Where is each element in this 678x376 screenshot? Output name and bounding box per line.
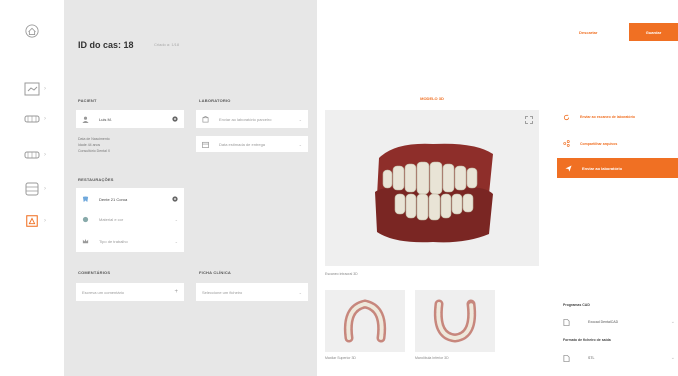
patient-card[interactable]: Luis M. xyxy=(76,110,184,128)
upper-jaw-thumbnail[interactable] xyxy=(325,290,405,352)
jaw-icon xyxy=(24,115,40,123)
file-icon xyxy=(563,318,570,326)
lab-scan-action-label: Enviar ao escaneo de laboratório xyxy=(580,115,636,119)
scan-nav-item[interactable]: › xyxy=(24,80,52,98)
fullscreen-icon[interactable] xyxy=(525,116,533,124)
plus-icon: + xyxy=(174,289,178,295)
3d-model-viewer[interactable] xyxy=(325,110,539,266)
lab-nav-item[interactable]: › xyxy=(24,212,52,230)
lab-select[interactable]: Enviar ao laboratório parceiro ⌄ xyxy=(196,110,308,128)
lower-jaw-nav-item[interactable]: › xyxy=(24,146,52,164)
comment-input-row: Escreva um comentário + xyxy=(82,283,178,301)
chevron-right-icon: › xyxy=(44,116,46,122)
lab-icon xyxy=(26,215,38,227)
lower-jaw-caption: Mandíbula Inferior 3D xyxy=(415,356,449,360)
output-format-select[interactable]: STL ⌄ xyxy=(563,350,675,366)
home-icon xyxy=(25,24,39,38)
database-icon xyxy=(25,182,39,196)
comment-input[interactable]: Escreva um comentário + xyxy=(76,283,184,301)
chevron-right-icon: › xyxy=(44,152,46,158)
lower-jaw-thumbnail[interactable] xyxy=(415,290,495,352)
settings-icon[interactable] xyxy=(172,196,178,202)
dental-model-image xyxy=(375,143,493,243)
settings-icon[interactable] xyxy=(172,116,178,122)
chevron-down-icon: ⌄ xyxy=(174,238,178,244)
restorations-section-label: RESTAURAÇÕES xyxy=(78,177,114,182)
chevron-right-icon: › xyxy=(44,186,46,192)
patient-name: Luis M. xyxy=(99,116,112,122)
save-button[interactable]: Guardar xyxy=(629,23,678,41)
delivery-date-placeholder: Data estimada de entrega xyxy=(219,141,266,147)
share-icon xyxy=(563,140,570,147)
crown-icon xyxy=(82,238,89,243)
page-title: ID do cas: 18 xyxy=(78,40,134,50)
output-format-label: Formato de ficheiro de saída xyxy=(563,338,611,342)
output-format-value: STL xyxy=(588,356,595,360)
color-icon xyxy=(82,216,89,222)
patient-details: Data de Nascimento Idade 44 anos Consult… xyxy=(78,136,110,154)
tooth-icon xyxy=(82,195,89,202)
comment-placeholder: Escreva um comentário xyxy=(82,289,125,295)
page-subtitle: Criado a: 1/18 xyxy=(154,42,180,47)
lab-scan-action[interactable]: Enviar ao escaneo de laboratório xyxy=(563,114,675,121)
user-icon xyxy=(82,116,89,123)
discard-button[interactable]: Descartar xyxy=(579,30,597,35)
file-icon xyxy=(563,354,570,362)
restoration-item-label: Dente 21 Coroa xyxy=(99,196,128,202)
cad-program-select[interactable]: Exocad DentalCAD ⌄ xyxy=(563,314,675,330)
chevron-down-icon: ⌄ xyxy=(298,289,302,295)
scan-icon xyxy=(24,82,40,96)
refresh-icon xyxy=(563,114,570,121)
model-section-label: MODELO 3D xyxy=(420,96,444,101)
send-icon xyxy=(565,164,572,172)
lab-section-label: LABORATORIO xyxy=(199,98,231,103)
patient-row: Luis M. xyxy=(82,110,178,128)
material-select-label: Material e cor xyxy=(99,216,124,222)
model-viewer-panel: MODELO 3D Escaneo intraoral 3D Maxilar S… xyxy=(317,0,547,376)
work-type-select-label: Tipo de trabalho xyxy=(99,238,128,244)
database-nav-item[interactable]: › xyxy=(24,180,52,198)
restorations-card: Dente 21 Coroa Material e cor ⌄ Tipo de … xyxy=(76,188,184,252)
sidebar: › › › › › xyxy=(0,0,64,376)
lower-arch-image xyxy=(433,299,477,343)
share-files-action[interactable]: Compartilhar arquivos xyxy=(563,140,675,147)
clinical-sheet-row: Seleccione um ficheiro ⌄ xyxy=(202,283,302,301)
chevron-down-icon: ⌄ xyxy=(298,116,302,122)
actions-panel: Descartar Guardar Enviar ao escaneo de l… xyxy=(547,0,678,376)
cad-program-value: Exocad DentalCAD xyxy=(588,320,619,324)
clinical-sheet-placeholder: Seleccione um ficheiro xyxy=(202,289,243,295)
clinical-sheet-section-label: FICHA CLÍNICA xyxy=(199,270,232,275)
share-files-action-label: Compartilhar arquivos xyxy=(580,141,618,146)
send-to-lab-label: Enviar ao laboratório xyxy=(582,165,623,171)
home-nav-item[interactable] xyxy=(24,22,52,40)
restoration-item[interactable]: Dente 21 Coroa xyxy=(82,190,178,208)
upper-arch-image xyxy=(343,299,387,343)
comments-section-label: COMENTÁRIOS xyxy=(78,270,111,275)
chevron-down-icon: ⌄ xyxy=(174,216,178,222)
main-model-caption: Escaneo intraoral 3D xyxy=(325,272,358,276)
chevron-right-icon: › xyxy=(44,86,46,92)
send-to-lab-button[interactable]: Enviar ao laboratório xyxy=(557,158,678,178)
upper-jaw-nav-item[interactable]: › xyxy=(24,110,52,128)
material-select[interactable]: Material e cor ⌄ xyxy=(82,210,178,228)
lab-building-icon xyxy=(202,115,209,122)
lab-select-placeholder: Enviar ao laboratório parceiro xyxy=(219,116,272,122)
jaw-icon xyxy=(24,151,40,159)
patient-section-label: PACIENT xyxy=(78,98,97,103)
app-window: › › › › › ID do cas: 18 Criado a: 1/18 P… xyxy=(0,0,678,376)
lab-select-row: Enviar ao laboratório parceiro ⌄ xyxy=(202,110,302,128)
clinical-sheet-select[interactable]: Seleccione um ficheiro ⌄ xyxy=(196,283,308,301)
calendar-icon xyxy=(202,141,209,148)
chevron-down-icon: ⌄ xyxy=(298,141,302,147)
delivery-date-field[interactable]: Data estimada de entrega ⌄ xyxy=(196,136,308,152)
chevron-right-icon: › xyxy=(44,218,46,224)
case-details-panel: ID do cas: 18 Criado a: 1/18 PACIENT Lui… xyxy=(64,0,317,376)
chevron-down-icon: ⌄ xyxy=(670,319,675,325)
cad-programs-label: Programas CAD xyxy=(563,303,590,307)
delivery-date-row: Data estimada de entrega ⌄ xyxy=(202,135,302,153)
chevron-down-icon: ⌄ xyxy=(670,355,675,361)
patient-detail-line: Consultório Dental X xyxy=(78,149,111,153)
upper-jaw-caption: Maxilar Superior 3D xyxy=(325,356,356,360)
work-type-select[interactable]: Tipo de trabalho ⌄ xyxy=(82,232,178,250)
